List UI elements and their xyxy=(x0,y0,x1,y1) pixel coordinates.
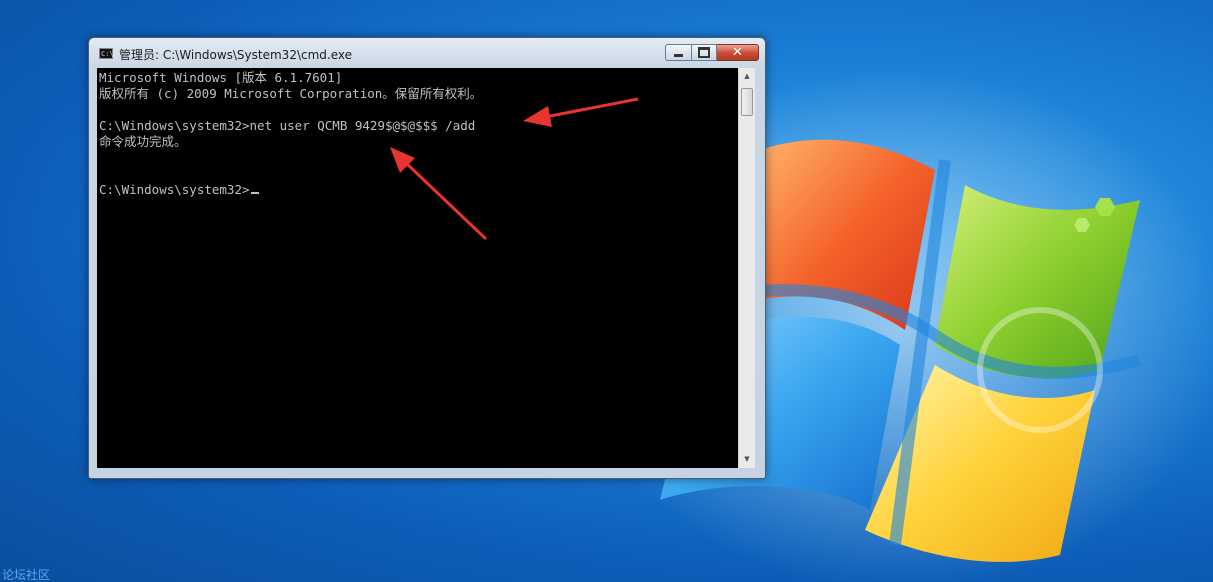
console-output[interactable]: Microsoft Windows [版本 6.1.7601] 版权所有 (c)… xyxy=(97,68,738,468)
prompt-text: C:\Windows\system32> xyxy=(99,182,250,197)
window-title: 管理员: C:\Windows\System32\cmd.exe xyxy=(119,48,352,62)
scroll-down-arrow-icon[interactable]: ▼ xyxy=(739,451,755,468)
console-line: C:\Windows\system32>net user QCMB 9429$@… xyxy=(99,118,476,133)
console-line: Microsoft Windows [版本 6.1.7601] xyxy=(99,70,343,85)
maximize-icon xyxy=(698,47,710,58)
cmd-icon[interactable]: C:\ xyxy=(99,48,114,59)
title-bar[interactable]: C:\ 管理员: C:\Windows\System32\cmd.exe ✕ xyxy=(89,38,765,68)
minimize-icon xyxy=(674,54,683,57)
caption-buttons: ✕ xyxy=(665,44,759,62)
minimize-button[interactable] xyxy=(665,44,692,61)
prompt-line[interactable]: C:\Windows\system32> xyxy=(99,182,482,198)
vertical-scrollbar[interactable]: ▲ ▼ xyxy=(738,68,755,468)
scroll-thumb[interactable] xyxy=(741,88,753,116)
console-line: 版权所有 (c) 2009 Microsoft Corporation。保留所有… xyxy=(99,86,483,101)
console-lines: Microsoft Windows [版本 6.1.7601] 版权所有 (c)… xyxy=(99,70,482,198)
close-button[interactable]: ✕ xyxy=(717,44,759,61)
cmd-window[interactable]: C:\ 管理员: C:\Windows\System32\cmd.exe ✕ M… xyxy=(88,37,766,479)
desktop: C:\ 管理员: C:\Windows\System32\cmd.exe ✕ M… xyxy=(0,0,1213,582)
text-cursor xyxy=(250,192,259,194)
watermark: 论坛社区 xyxy=(2,568,51,582)
scroll-up-arrow-icon[interactable]: ▲ xyxy=(739,68,755,85)
maximize-button[interactable] xyxy=(692,44,717,61)
console-line: 命令成功完成。 xyxy=(99,134,187,149)
close-icon: ✕ xyxy=(732,45,743,60)
